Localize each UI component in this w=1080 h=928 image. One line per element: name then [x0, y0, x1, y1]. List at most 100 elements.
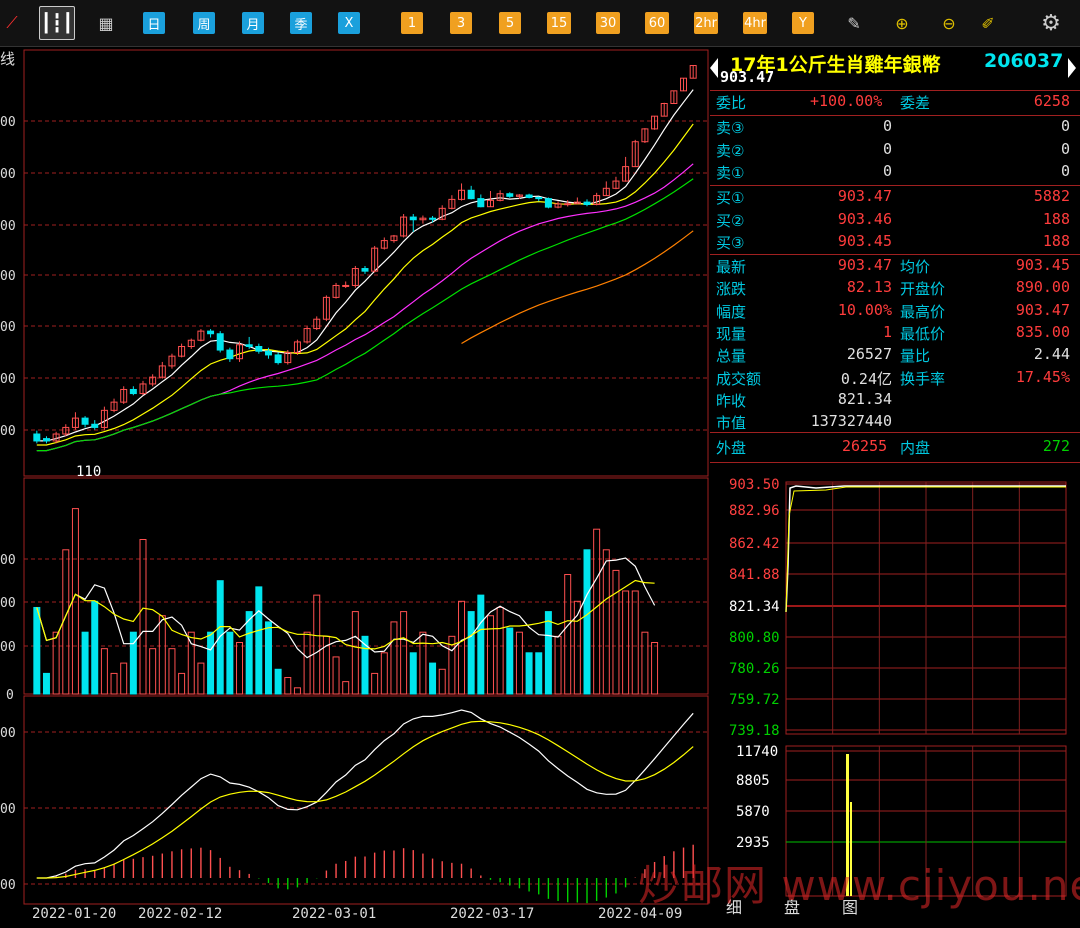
period-button-3[interactable]: 季: [290, 12, 312, 34]
quote-row-6: 昨收 821.34: [716, 390, 1078, 412]
price-axis-label: 00: [0, 424, 16, 439]
macd-line: [36, 709, 694, 879]
ma30-line: [36, 178, 694, 452]
candle-body: [535, 196, 543, 200]
volume-bar: [515, 631, 523, 695]
bid-row-1-label: 买①: [716, 189, 745, 207]
order-ratio-label: 委比: [716, 94, 747, 112]
instrument-code: 206037: [984, 50, 1064, 72]
price-axis-label: 00: [0, 167, 16, 182]
bid-row-3-value2: 188: [1042, 232, 1070, 250]
volume-bar: [342, 681, 350, 695]
candle-body: [429, 217, 437, 220]
volume-bar: [651, 642, 659, 695]
volume-axis-label: 00: [0, 640, 16, 655]
volume-bar: [33, 606, 41, 695]
candle-body: [477, 198, 485, 208]
volume-bar: [158, 615, 166, 695]
ask-row-3: 卖① 0 0: [716, 162, 1078, 184]
minute-button-2hr[interactable]: 2hr: [694, 12, 718, 34]
volume-bar: [409, 652, 417, 695]
ask-row-2-value: 0: [882, 139, 892, 158]
volume-bar: [197, 662, 205, 695]
quote-value2-3: 835.00: [1015, 322, 1070, 341]
candle-body: [506, 193, 514, 197]
volume-bar: [535, 652, 543, 695]
minute-button-15[interactable]: 15: [547, 12, 571, 34]
quote-label-2: 幅度: [716, 302, 747, 321]
volume-bar: [631, 590, 639, 695]
bid-row-2-value: 903.46: [837, 209, 892, 228]
outer-inner-row: 外盘 26255 内盘 272: [716, 437, 1078, 459]
instrument-title: 17年1公斤生肖雞年銀幣: [730, 54, 941, 76]
order-ratio-value: +100.00%: [810, 92, 883, 110]
volume-bar: [293, 687, 301, 695]
quote-label-4: 总量: [716, 347, 747, 366]
minute-button-4hr[interactable]: 4hr: [743, 12, 767, 34]
candle-body: [525, 194, 533, 198]
volume-bar: [313, 594, 321, 695]
candle-body: [274, 354, 282, 364]
volume-bar: [207, 631, 215, 695]
gear-icon[interactable]: ⚙: [1039, 11, 1063, 36]
line-chart-icon[interactable]: ⟋: [0, 12, 24, 34]
period-button-2[interactable]: 月: [242, 12, 264, 34]
minute-button-1[interactable]: 1: [401, 12, 423, 34]
bid-row-1: 买① 903.47 5882: [716, 187, 1078, 209]
calendar-icon[interactable]: ▦: [94, 12, 118, 34]
volume-bar: [52, 631, 60, 695]
bid-row-1-value2: 5882: [1033, 187, 1070, 205]
price-axis-label: 00: [0, 115, 16, 130]
ma10-line: [36, 123, 694, 446]
quote-row-5: 成交额 0.24亿 换手率 17.45%: [716, 368, 1078, 390]
volume-bar: [554, 635, 562, 695]
notepad-icon[interactable]: ✎: [842, 12, 866, 34]
bid-row-2-value2: 188: [1042, 209, 1070, 228]
ask-row-3-label: 卖①: [716, 164, 745, 182]
quote-label-5: 成交额: [716, 369, 762, 388]
volume-bar: [371, 672, 379, 695]
minute-button-5[interactable]: 5: [499, 12, 521, 34]
next-arrow-icon[interactable]: [1068, 58, 1076, 78]
volume-bar: [91, 600, 99, 695]
bid-row-2-label: 买②: [716, 211, 745, 230]
zoom-in-icon[interactable]: ⊕: [890, 12, 914, 34]
inner-label: 内盘: [900, 439, 931, 457]
volume-bar: [583, 549, 591, 695]
quote-label2-4: 量比: [900, 347, 931, 366]
ask-row-3-value2: 0: [1060, 162, 1070, 180]
volume-bar: [100, 648, 108, 695]
quote-value2-5: 17.45%: [1015, 367, 1070, 386]
candle-body: [467, 189, 475, 200]
minute-button-30[interactable]: 30: [596, 12, 620, 34]
period-button-4[interactable]: X: [338, 12, 360, 34]
price-axis-label: 00: [0, 269, 16, 284]
ask-row-2-value2: 0: [1060, 139, 1070, 158]
volume-axis-label: 00: [0, 596, 16, 611]
candlestick-icon: ┃┇┃: [40, 12, 74, 34]
price-axis-label: 00: [0, 372, 16, 387]
quote-label-3: 现量: [716, 324, 747, 343]
period-button-1[interactable]: 周: [193, 12, 215, 34]
candlestick-mode-button[interactable]: ┃┇┃: [39, 6, 75, 40]
x-axis-date: 2022-01-20: [32, 906, 116, 922]
quote-row-3: 现量 1 最低价 835.00: [716, 323, 1078, 345]
volume-bar: [525, 652, 533, 695]
quote-label2-2: 最高价: [900, 302, 946, 321]
macd-axis-label: 00: [0, 726, 16, 741]
minute-button-60[interactable]: 60: [645, 12, 669, 34]
candle-body: [245, 344, 253, 348]
quote-value-7: 137327440: [810, 412, 892, 431]
pencil-icon[interactable]: ✐: [976, 12, 1000, 34]
candle-body: [81, 417, 89, 425]
volume-bar: [303, 631, 311, 695]
zoom-out-icon[interactable]: ⊖: [937, 12, 961, 34]
minute-button-3[interactable]: 3: [450, 12, 472, 34]
quote-value-1: 82.13: [846, 278, 892, 297]
volume-bar: [226, 631, 234, 695]
candle-body: [129, 388, 137, 395]
minute-button-Y[interactable]: Y: [792, 12, 814, 34]
prev-arrow-icon[interactable]: [710, 58, 718, 78]
bid-row-1-value: 903.47: [837, 187, 892, 205]
period-button-0[interactable]: 日: [143, 12, 165, 34]
